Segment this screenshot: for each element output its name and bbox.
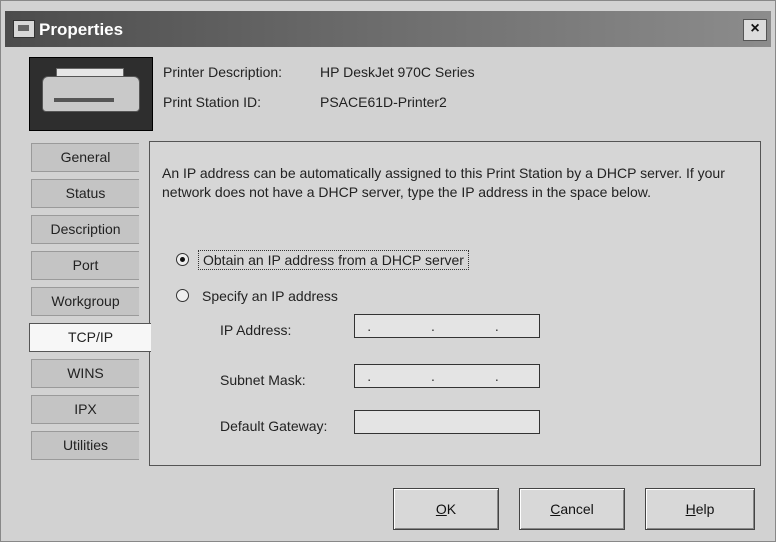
cancel-label-rest: ancel: [560, 501, 594, 517]
tab-wins[interactable]: WINS: [31, 359, 139, 388]
help-mnemonic: H: [685, 501, 696, 517]
properties-dialog: Properties × Printer Description: HP Des…: [0, 0, 776, 542]
dhcp-option-label[interactable]: Obtain an IP address from a DHCP server: [198, 250, 469, 270]
tab-tcpip[interactable]: TCP/IP: [29, 323, 151, 352]
tcpip-description: An IP address can be automatically assig…: [162, 165, 725, 200]
tab-status[interactable]: Status: [31, 179, 139, 208]
ok-label-rest: K: [446, 501, 457, 517]
cancel-mnemonic: C: [550, 501, 561, 517]
subnet-mask-label: Subnet Mask:: [220, 372, 306, 388]
ip-address-label: IP Address:: [220, 322, 292, 338]
ok-button[interactable]: OK: [393, 488, 499, 530]
specify-ip-label[interactable]: Specify an IP address: [198, 288, 342, 304]
tab-utilities[interactable]: Utilities: [31, 431, 139, 460]
tcpip-panel: An IP address can be automatically assig…: [149, 141, 761, 466]
printer-icon: [29, 57, 153, 131]
printer-description-value: HP DeskJet 970C Series: [320, 64, 475, 80]
tab-general[interactable]: General: [31, 143, 139, 172]
dhcp-radio[interactable]: [176, 253, 189, 266]
print-station-value: PSACE61D-Printer2: [320, 94, 447, 110]
tab-ipx[interactable]: IPX: [31, 395, 139, 424]
ip-address-field[interactable]: . . .: [354, 314, 540, 338]
print-station-label: Print Station ID:: [163, 94, 262, 110]
help-label-rest: elp: [695, 501, 715, 517]
subnet-mask-field[interactable]: . . .: [354, 364, 540, 388]
ok-mnemonic: O: [435, 501, 447, 517]
window-title: Properties: [39, 20, 124, 39]
specify-ip-radio[interactable]: [176, 289, 189, 302]
title-bar[interactable]: Properties ×: [5, 11, 771, 47]
cancel-button[interactable]: Cancel: [519, 488, 625, 530]
tab-description[interactable]: Description: [31, 215, 139, 244]
close-button[interactable]: ×: [743, 19, 767, 41]
printer-description-label: Printer Description:: [163, 64, 283, 80]
properties-icon: [13, 20, 35, 38]
default-gateway-label: Default Gateway:: [220, 418, 328, 434]
default-gateway-field[interactable]: [354, 410, 540, 434]
tab-workgroup[interactable]: Workgroup: [31, 287, 139, 316]
tab-port[interactable]: Port: [31, 251, 139, 280]
help-button[interactable]: Help: [645, 488, 755, 530]
